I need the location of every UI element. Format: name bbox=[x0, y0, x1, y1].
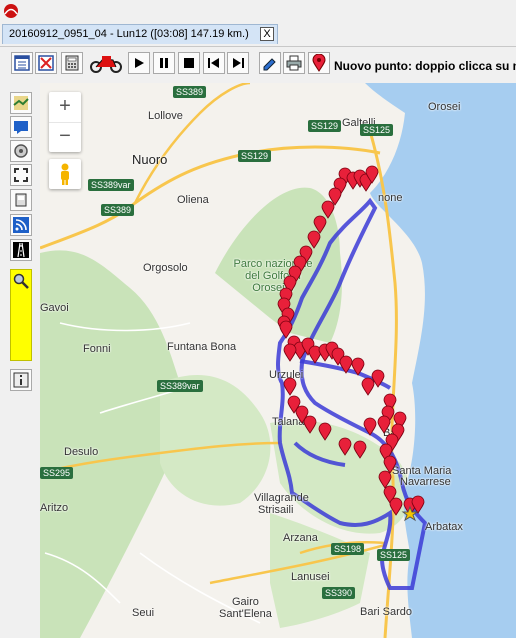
waypoint-pin-icon[interactable] bbox=[363, 417, 377, 436]
calendar-cross-icon[interactable] bbox=[35, 52, 57, 74]
tab-label: 20160912_0951_04 - Lun12 ([03:08] 147.19… bbox=[9, 28, 249, 40]
skip-start-icon[interactable] bbox=[203, 52, 225, 74]
target-icon[interactable] bbox=[10, 140, 32, 162]
skip-end-icon[interactable] bbox=[227, 52, 249, 74]
map-layer-icon[interactable] bbox=[10, 92, 32, 114]
motorcycle-icon[interactable] bbox=[89, 52, 123, 74]
search-icon[interactable] bbox=[13, 273, 29, 292]
waypoint-pin-icon[interactable] bbox=[351, 357, 365, 376]
pause-icon[interactable] bbox=[153, 52, 175, 74]
waypoint-pin-icon[interactable] bbox=[377, 415, 391, 434]
feed-icon[interactable] bbox=[10, 214, 32, 236]
calendar-grid-icon[interactable] bbox=[11, 52, 33, 74]
waypoint-pin-icon[interactable] bbox=[303, 415, 317, 434]
close-icon[interactable]: X bbox=[260, 27, 274, 41]
tab-strip: 20160912_0951_04 - Lun12 ([03:08] 147.19… bbox=[0, 22, 516, 47]
waypoint-pin-icon[interactable] bbox=[361, 377, 375, 396]
waypoint-pin-icon[interactable] bbox=[313, 215, 327, 234]
waypoint-pin-icon[interactable] bbox=[283, 343, 297, 362]
map-view[interactable]: + − Galtelli Orosei Lollove Nuoro Oliena… bbox=[40, 83, 516, 638]
map-pin-icon[interactable] bbox=[308, 52, 330, 74]
search-panel[interactable] bbox=[10, 269, 32, 361]
waypoint-pin-icon[interactable] bbox=[318, 422, 332, 441]
device-icon[interactable] bbox=[10, 189, 32, 211]
message-icon[interactable] bbox=[10, 116, 32, 138]
play-icon[interactable] bbox=[128, 52, 150, 74]
route-markers bbox=[277, 165, 425, 522]
waypoint-pin-icon[interactable] bbox=[339, 355, 353, 374]
app-logo-icon[interactable] bbox=[2, 2, 20, 20]
waypoint-pin-icon[interactable] bbox=[283, 377, 297, 396]
waypoint-pin-icon[interactable] bbox=[378, 470, 392, 489]
waypoint-pin-icon[interactable] bbox=[307, 230, 321, 249]
tab-track[interactable]: 20160912_0951_04 - Lun12 ([03:08] 147.19… bbox=[2, 24, 278, 44]
calculator-icon[interactable] bbox=[61, 52, 83, 74]
waypoint-pin-icon[interactable] bbox=[353, 440, 367, 459]
waypoint-pin-icon[interactable] bbox=[279, 320, 293, 339]
waypoint-pin-icon[interactable] bbox=[411, 495, 425, 514]
waypoint-pin-icon[interactable] bbox=[321, 200, 335, 219]
stop-icon[interactable] bbox=[178, 52, 200, 74]
fullscreen-icon[interactable] bbox=[10, 164, 32, 186]
road-icon[interactable] bbox=[10, 239, 32, 261]
hint-text: Nuovo punto: doppio clicca su ma bbox=[334, 59, 516, 73]
print-icon[interactable] bbox=[283, 52, 305, 74]
waypoint-pin-icon[interactable] bbox=[338, 437, 352, 456]
title-bar bbox=[0, 0, 516, 22]
waypoint-pin-icon[interactable] bbox=[383, 455, 397, 474]
sidebar bbox=[0, 83, 41, 638]
waypoint-pin-icon[interactable] bbox=[389, 497, 403, 516]
edit-icon[interactable] bbox=[259, 52, 281, 74]
toolbar: Nuovo punto: doppio clicca su ma bbox=[0, 47, 516, 83]
start-star-icon[interactable] bbox=[401, 505, 419, 522]
info-icon[interactable] bbox=[10, 369, 32, 391]
